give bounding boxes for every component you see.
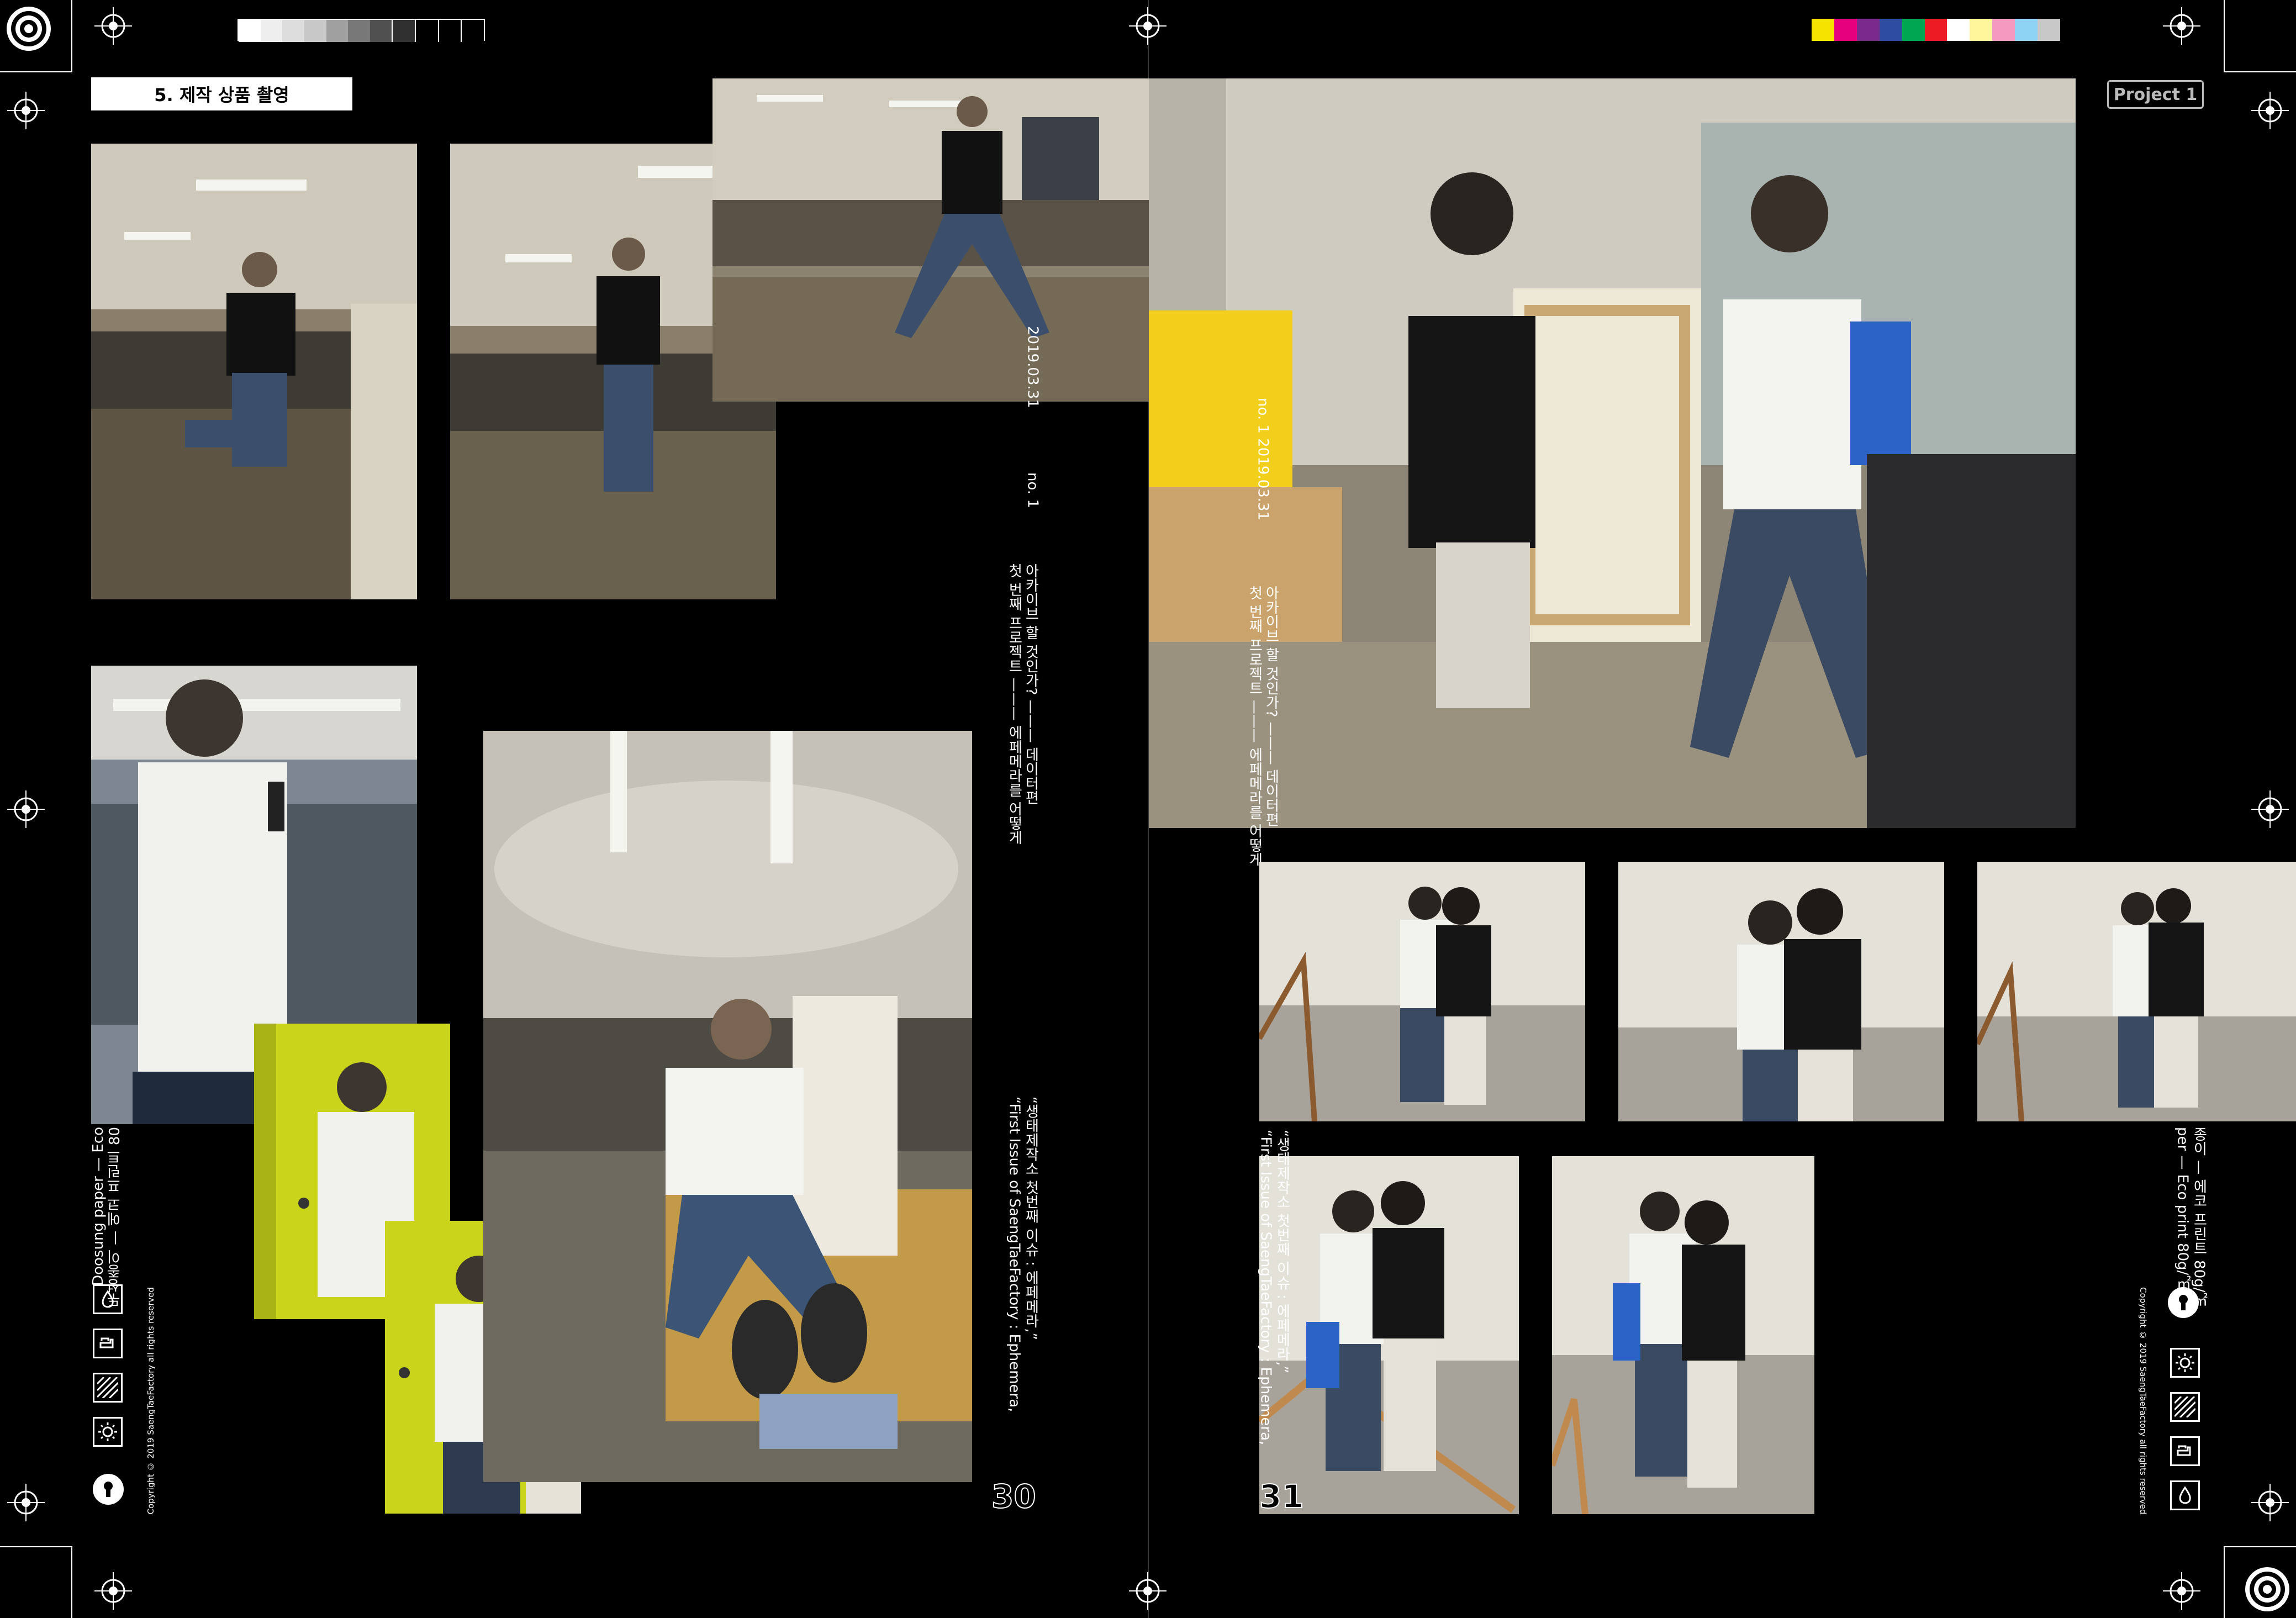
photo-stairs-5 xyxy=(1552,1156,1814,1514)
left-paper-line-1: Doosung paper — Eco xyxy=(90,1127,107,1286)
sun-icon-right xyxy=(2170,1348,2200,1378)
photo-seated-on-table xyxy=(483,731,972,1482)
gray-scale-bar xyxy=(237,19,485,42)
photo-stairs-1 xyxy=(1259,862,1585,1121)
right-paper-line-2: 종이 — 에코 프린트 80g/㎡ xyxy=(2191,1127,2208,1307)
sun-icon xyxy=(93,1417,123,1447)
drying-pattern-icon xyxy=(93,1373,123,1403)
left-korean-title-2: 아카이브 할 것인가? ——— 데이터편 xyxy=(1022,563,1039,805)
right-english-credit-1: “First Issue of SaengTaeFactory : Epheme… xyxy=(1257,1130,1274,1446)
left-page-number: 30 xyxy=(991,1477,1037,1516)
right-paper-line-1: per — Eco print 80g/㎡ xyxy=(2174,1127,2191,1290)
left-english-credit-2: “생태제작소 첫번째 이슈 : 에페메라,” xyxy=(1022,1097,1039,1341)
photo-stairs-3 xyxy=(1977,862,2296,1121)
right-korean-title-1: 첫 번째 프로젝트 ——— 에페메라를 어떻게 xyxy=(1246,586,1263,867)
project-tag: Project 1 xyxy=(2107,80,2204,109)
photo-duo-fist-bump xyxy=(1149,78,2076,828)
water-drop-icon xyxy=(93,1284,123,1314)
photo-stairs-2 xyxy=(1618,862,1944,1121)
hand-wash-icon-right xyxy=(2170,1436,2200,1466)
drying-pattern-icon-right xyxy=(2170,1392,2200,1422)
keyhole-icon xyxy=(93,1474,124,1505)
hand-wash-icon xyxy=(93,1329,123,1358)
right-english-credit-2: “생태제작소 첫번째 이슈 : 에페메라,” xyxy=(1274,1130,1291,1374)
color-bar xyxy=(1812,19,2060,41)
right-copyright: Copyright © 2019 SaengTaeFactory all rig… xyxy=(2137,1287,2148,1515)
left-copyright: Copyright © 2019 SaengTaeFactory all rig… xyxy=(146,1287,156,1515)
keyhole-icon-right xyxy=(2168,1287,2199,1318)
right-page-number: 31 xyxy=(1259,1477,1305,1516)
left-english-credit-1: “First Issue of SaengTaeFactory : Epheme… xyxy=(1006,1097,1023,1413)
photo-studio-wide-stance xyxy=(712,78,1149,402)
water-drop-icon-right xyxy=(2170,1480,2200,1510)
left-date-label: 2019.03.31 xyxy=(1024,326,1041,408)
photo-studio-pose-1 xyxy=(91,144,417,599)
photo-stairs-4 xyxy=(1259,1156,1519,1514)
left-issue-label: no. 1 xyxy=(1024,472,1041,508)
right-issue-date: no. 1 2019.03.31 xyxy=(1254,398,1271,521)
right-korean-title-2: 아카이브 할 것인가? ——— 데이터편 xyxy=(1263,586,1280,827)
section-title: 5. 제작 상품 촬영 xyxy=(91,77,352,110)
left-korean-title-1: 첫 번째 프로젝트 ——— 에페메라를 어떻게 xyxy=(1006,563,1023,845)
left-paper-line-2: 두성종이 — 에코 프린트 80 xyxy=(107,1127,123,1308)
